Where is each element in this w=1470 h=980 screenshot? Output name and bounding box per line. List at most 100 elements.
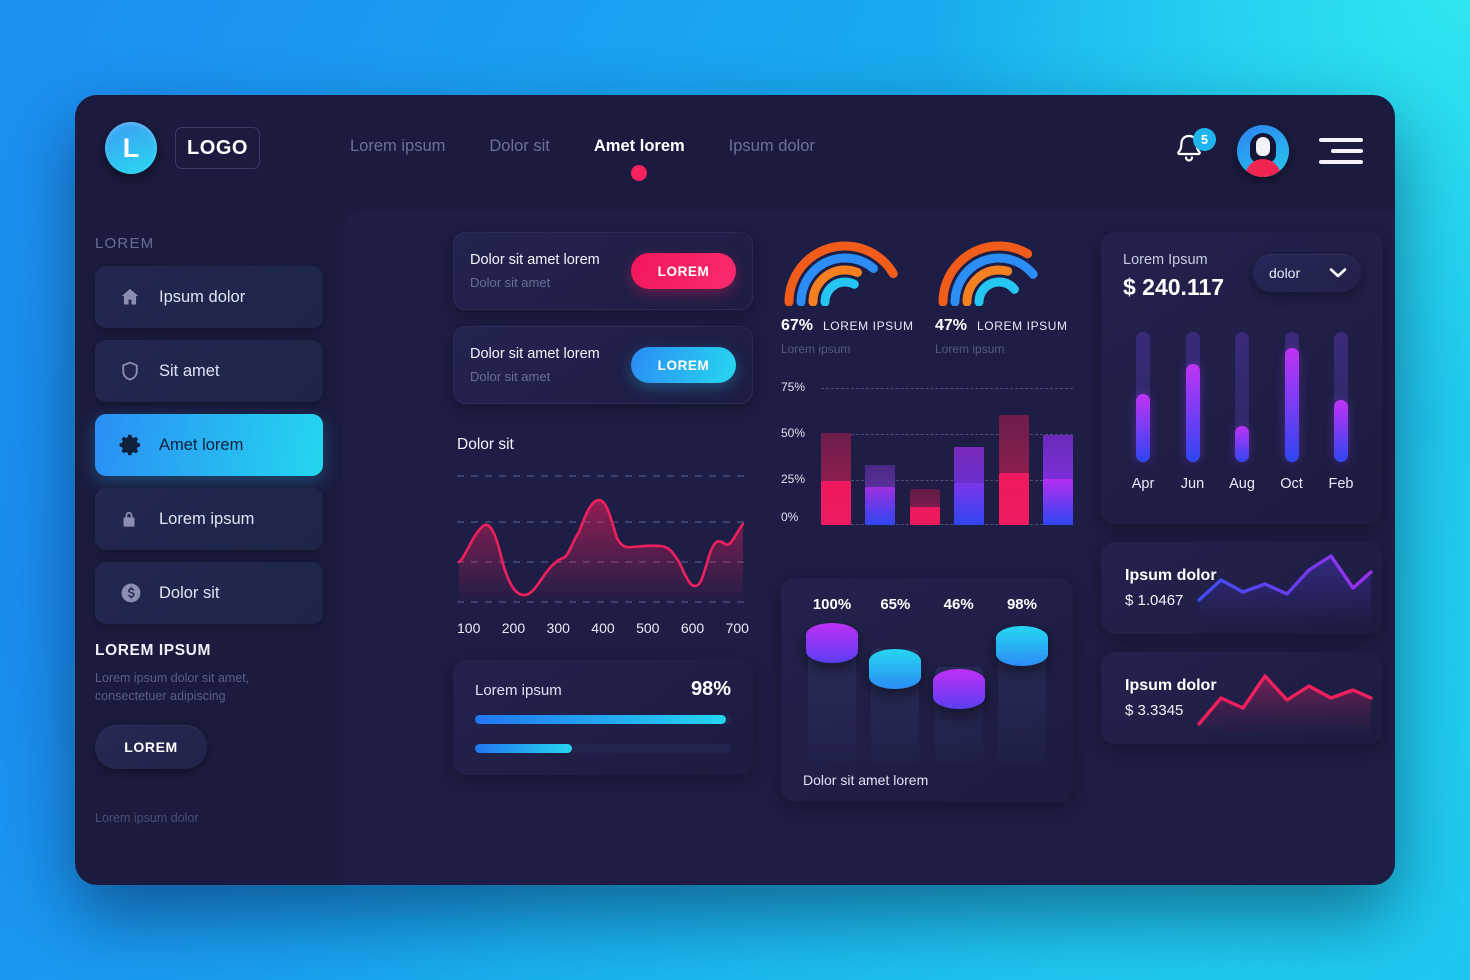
slider-fill bbox=[1284, 348, 1299, 462]
month-axis: Apr Jun Aug Oct Feb bbox=[1125, 476, 1359, 492]
sparkline-svg-pink bbox=[1197, 674, 1373, 736]
avatar[interactable] bbox=[1237, 125, 1289, 177]
gauge-labels: 47% LOREM IPSUM bbox=[935, 317, 1073, 335]
month-label: Jun bbox=[1180, 476, 1205, 492]
nav-item-0[interactable]: Lorem ipsum bbox=[350, 137, 445, 160]
nav-item-1[interactable]: Dolor sit bbox=[489, 137, 550, 160]
sparkline-card-0: Ipsum dolor $ 1.0467 bbox=[1101, 542, 1383, 634]
cylinder-3[interactable] bbox=[995, 623, 1049, 763]
nav-label: Amet lorem bbox=[593, 137, 685, 155]
x-tick: 200 bbox=[501, 620, 526, 636]
table-row[interactable] bbox=[909, 489, 940, 525]
gauge-percent: 47% bbox=[935, 317, 968, 334]
slider-oct[interactable] bbox=[1274, 332, 1310, 462]
slider-fill bbox=[1235, 426, 1249, 462]
mini-card-0: Dolor sit amet lorem Dolor sit amet LORE… bbox=[453, 232, 753, 310]
sidebar-item-sit-amet[interactable]: Sit amet bbox=[95, 340, 323, 402]
logo-letter: L bbox=[122, 132, 140, 163]
slider-group bbox=[1125, 332, 1359, 462]
sparkline-title: Ipsum dolor bbox=[1125, 567, 1217, 584]
cylinder-labels: 100% 65% 46% 98% bbox=[797, 596, 1057, 613]
gauge-labels: 67% LOREM IPSUM bbox=[781, 317, 919, 335]
progress-fill-2 bbox=[475, 744, 573, 753]
table-row[interactable] bbox=[998, 415, 1029, 525]
slider-fill bbox=[1136, 394, 1150, 462]
x-tick: 100 bbox=[457, 620, 481, 636]
cylinder-1[interactable] bbox=[868, 623, 922, 763]
nav-item-2-active[interactable]: Amet lorem bbox=[593, 137, 685, 181]
mini-card-title: Dolor sit amet lorem bbox=[470, 346, 600, 362]
progress-track-2[interactable] bbox=[475, 744, 731, 753]
mini-card-subtitle: Dolor sit amet bbox=[470, 369, 551, 384]
sidebar-caption: LOREM bbox=[95, 235, 155, 252]
cylinder-percent: 100% bbox=[812, 596, 852, 613]
gauge-arc-svg bbox=[938, 241, 1060, 307]
sparkline-text-0: Ipsum dolor $ 1.0467 bbox=[1101, 567, 1217, 609]
notifications-button[interactable]: 5 bbox=[1173, 128, 1216, 170]
promo-title: LOREM IPSUM bbox=[95, 642, 211, 659]
table-row[interactable] bbox=[865, 465, 896, 525]
cylinder-2[interactable] bbox=[932, 623, 986, 763]
lock-icon bbox=[119, 508, 149, 530]
promo-button[interactable]: LOREM bbox=[95, 725, 207, 770]
mini-card-1: Dolor sit amet lorem Dolor sit amet LORE… bbox=[453, 326, 753, 404]
sparkline-card-1: Ipsum dolor $ 3.3345 bbox=[1101, 652, 1383, 744]
burger-line-3 bbox=[1319, 160, 1363, 164]
slider-feb[interactable] bbox=[1323, 332, 1359, 462]
table-row[interactable] bbox=[821, 433, 851, 525]
month-label: Apr bbox=[1131, 476, 1155, 492]
mini-card-subtitle: Dolor sit amet bbox=[470, 275, 551, 290]
sidebar-item-label: Dolor sit bbox=[159, 583, 220, 602]
mini-card-action-button-pink[interactable]: LOREM bbox=[631, 253, 736, 289]
x-tick: 400 bbox=[591, 620, 615, 636]
burger-line-1 bbox=[1319, 138, 1363, 142]
x-tick: 300 bbox=[546, 620, 570, 636]
slider-fill bbox=[1334, 400, 1348, 462]
sidebar-item-label: Sit amet bbox=[159, 361, 220, 380]
nav-label: Dolor sit bbox=[489, 137, 550, 155]
bar-group bbox=[821, 381, 1073, 525]
table-row[interactable] bbox=[954, 447, 985, 525]
table-row[interactable] bbox=[1042, 435, 1073, 525]
nav-label: Ipsum dolor bbox=[728, 137, 815, 155]
period-dropdown[interactable]: dolor bbox=[1253, 254, 1361, 292]
slider-apr[interactable] bbox=[1125, 332, 1161, 462]
cylinder-percent: 46% bbox=[943, 596, 974, 613]
sparkline-value: $ 3.3345 bbox=[1125, 702, 1184, 719]
mini-card-action-button-cyan[interactable]: LOREM bbox=[631, 347, 736, 383]
dolor-sit-line-chart: Dolor sit 100 200 300 400 500 600 700 bbox=[453, 420, 753, 636]
nav-item-3[interactable]: Ipsum dolor bbox=[729, 137, 815, 160]
sidebar-item-amet-lorem[interactable]: Amet lorem bbox=[95, 414, 323, 476]
progress-track-1[interactable] bbox=[475, 715, 731, 724]
slider-jun[interactable] bbox=[1175, 332, 1211, 462]
progress-fill-1 bbox=[475, 715, 726, 724]
cylinder-stages bbox=[797, 613, 1057, 763]
gauge-group: 67% LOREM IPSUM Lorem ipsum 47% LOREM IP… bbox=[781, 232, 1073, 356]
avatar-body bbox=[1245, 159, 1281, 177]
column-left: Dolor sit amet lorem Dolor sit amet LORE… bbox=[453, 232, 753, 775]
button-label: LOREM bbox=[657, 263, 710, 279]
sidebar-item-dolor-sit[interactable]: Dolor sit bbox=[95, 562, 323, 624]
dropdown-value: dolor bbox=[1269, 265, 1301, 281]
slider-aug[interactable] bbox=[1224, 332, 1260, 462]
y-tick: 75% bbox=[781, 380, 806, 394]
logo-mark[interactable]: L bbox=[105, 122, 157, 174]
button-label: LOREM bbox=[657, 357, 710, 373]
sidebar-item-ipsum-dolor[interactable]: Ipsum dolor bbox=[95, 266, 323, 328]
progress-header: Lorem ipsum 98% bbox=[475, 678, 731, 701]
hamburger-menu-icon[interactable] bbox=[1319, 138, 1363, 164]
x-tick: 600 bbox=[680, 620, 705, 636]
progress-label: Lorem ipsum bbox=[475, 682, 562, 699]
cylinder-0[interactable] bbox=[805, 623, 859, 763]
sidebar-footer-text: Lorem ipsum dolor bbox=[95, 811, 199, 826]
bar-chart-plot bbox=[821, 380, 1073, 525]
sidebar-item-lorem-ipsum[interactable]: Lorem ipsum bbox=[95, 488, 323, 550]
cylinder-percent: 98% bbox=[1006, 596, 1037, 613]
progress-card: Lorem ipsum 98% bbox=[453, 660, 753, 775]
dashboard-window: L LOGO Lorem ipsum Dolor sit Amet lorem … bbox=[75, 95, 1395, 885]
column-center: 67% LOREM IPSUM Lorem ipsum 47% LOREM IP… bbox=[781, 232, 1073, 802]
sparkline-svg-purple bbox=[1197, 554, 1373, 624]
sparkline-title: Ipsum dolor bbox=[1125, 677, 1217, 694]
logo-text-button[interactable]: LOGO bbox=[175, 127, 260, 169]
x-tick: 500 bbox=[636, 620, 660, 636]
